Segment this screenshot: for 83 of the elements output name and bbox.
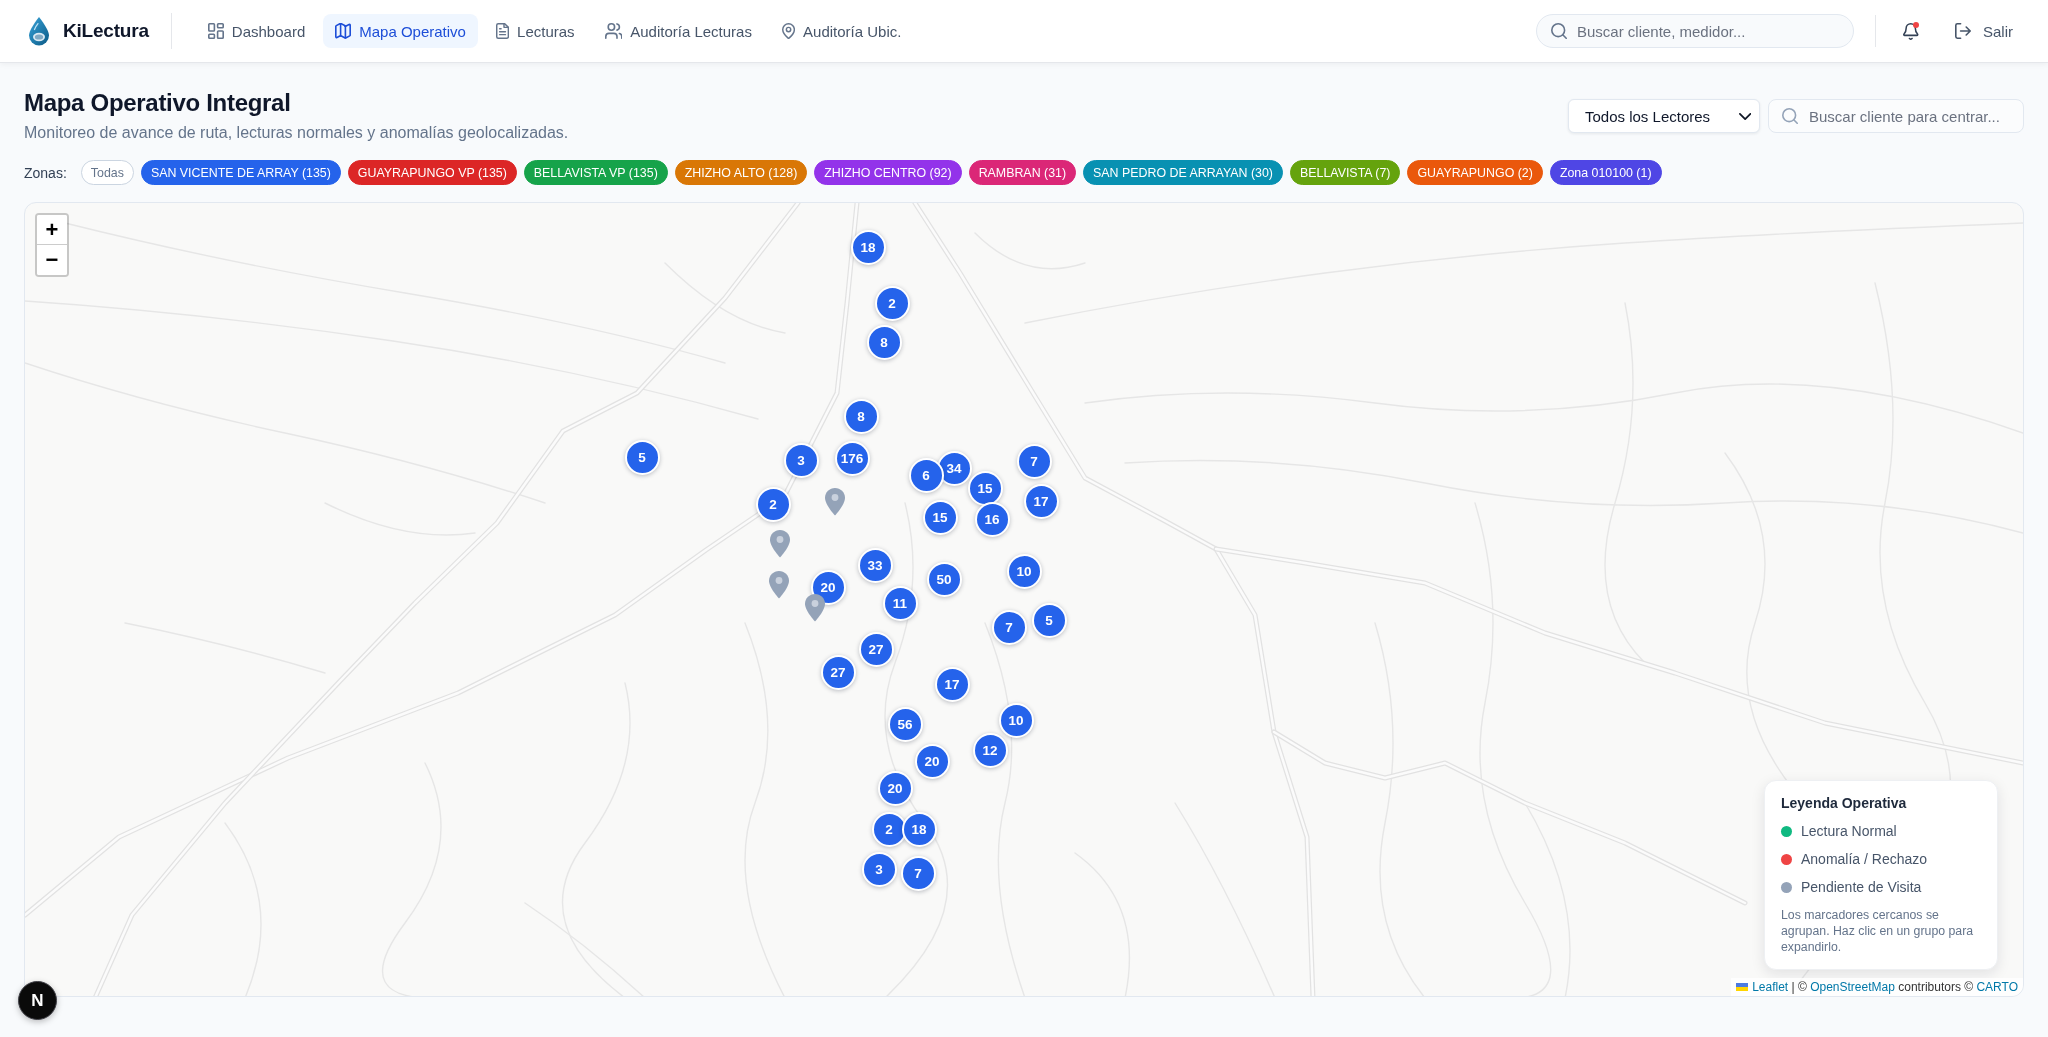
attribution-link[interactable]: OpenStreetMap [1810, 980, 1895, 994]
cluster-marker[interactable]: 27 [858, 631, 894, 667]
cluster-marker[interactable]: 7 [991, 609, 1027, 645]
nav-tab[interactable]: Mapa Operativo [323, 14, 478, 48]
cluster-marker[interactable]: 7 [900, 855, 936, 891]
cluster-marker[interactable]: 18 [901, 811, 937, 847]
dev-tools-button[interactable]: N [18, 981, 57, 1020]
attribution-link[interactable]: CARTO [1976, 980, 2018, 994]
zone-filter-chip[interactable]: ZHIZHO ALTO (128) [674, 160, 808, 185]
cluster-marker[interactable]: 2 [874, 285, 910, 321]
search-icon [1551, 23, 1567, 39]
page-title: Mapa Operativo Integral [24, 88, 292, 118]
cluster-marker[interactable]: 17 [1023, 483, 1059, 519]
brand-name: KiLectura [63, 20, 149, 42]
zone-filter-chip[interactable]: BELLAVISTA (7) [1290, 160, 1401, 185]
location-pin-icon [781, 23, 796, 39]
bell-icon [1903, 22, 1919, 40]
map-icon [335, 23, 352, 39]
legend-note: Los marcadores cercanos se agrupan. Haz clic en un grupo para expandirlo. [1781, 907, 1975, 955]
zone-filter-chip[interactable]: RAMBRAN (31) [968, 160, 1077, 185]
logout-icon [1955, 23, 1971, 39]
cluster-marker[interactable]: 2 [871, 811, 907, 847]
legend-label: Pendiente de Visita [1801, 879, 1922, 895]
search-icon [1782, 108, 1798, 124]
zoom-in-button[interactable]: + [37, 215, 67, 245]
cluster-marker[interactable]: 27 [820, 654, 856, 690]
cluster-marker[interactable]: 15 [922, 499, 958, 535]
water-drop-icon [28, 16, 50, 46]
cluster-marker[interactable]: 5 [1031, 602, 1067, 638]
cluster-marker[interactable]: 8 [866, 324, 902, 360]
zone-filter-chip[interactable]: SAN PEDRO DE ARRAYAN (30) [1083, 160, 1283, 185]
document-icon [495, 23, 510, 39]
cluster-marker[interactable]: 33 [857, 547, 893, 583]
flag-icon [1736, 983, 1749, 991]
users-icon [604, 23, 623, 39]
cluster-marker[interactable]: 11 [882, 585, 918, 621]
cluster-marker[interactable]: 6 [908, 457, 944, 493]
cluster-marker[interactable]: 17 [934, 666, 970, 702]
cluster-marker[interactable]: 15 [967, 470, 1003, 506]
cluster-marker[interactable]: 18 [850, 229, 886, 265]
zone-filter-chip[interactable]: SAN VICENTE DE ARRAY (135) [140, 160, 341, 185]
nav-tab[interactable]: Lecturas [483, 14, 587, 48]
cluster-marker[interactable]: 2 [755, 486, 791, 522]
zone-filter-chip[interactable]: GUAYRAPUNGO VP (135) [347, 160, 517, 185]
chevron-down-icon [1738, 112, 1751, 120]
cluster-marker[interactable]: 16 [974, 501, 1010, 537]
zone-filter-chip[interactable]: Todas [80, 160, 134, 185]
legend-title: Leyenda Operativa [1781, 795, 1908, 811]
map-attribution: Leaflet | © OpenStreetMap contributors © CARTO [1752, 979, 2018, 995]
grid-icon [207, 23, 224, 39]
cluster-marker[interactable]: 20 [877, 770, 913, 806]
cluster-marker[interactable]: 20 [914, 743, 950, 779]
zones-label: Zonas: [24, 164, 67, 181]
map-pin-icon[interactable] [769, 529, 791, 558]
nav-tab[interactable]: Auditoría Lecturas [592, 14, 764, 48]
legend-label: Anomalía / Rechazo [1801, 851, 1928, 867]
cluster-marker[interactable]: 50 [926, 561, 962, 597]
map-pin-icon[interactable] [768, 570, 790, 599]
zone-filter-chip[interactable]: ZHIZHO CENTRO (92) [814, 160, 962, 185]
reader-select[interactable]: Todos los Lectores [1568, 99, 1760, 133]
attribution-link[interactable]: Leaflet [1752, 980, 1789, 994]
cluster-marker[interactable]: 3 [861, 851, 897, 887]
cluster-marker[interactable]: 56 [887, 706, 923, 742]
zone-filter-chip[interactable]: Zona 010100 (1) [1549, 160, 1662, 185]
cluster-marker[interactable]: 12 [972, 732, 1008, 768]
cluster-marker[interactable]: 7 [1016, 443, 1052, 479]
nav-tab[interactable]: Auditoría Ubic. [769, 14, 914, 48]
search-field[interactable]: Buscar cliente, medidor... [1536, 14, 1854, 48]
legend-label: Lectura Normal [1801, 823, 1897, 839]
page-subtitle: Monitoreo de avance de ruta, lecturas normales y anomalías geolocalizadas. [24, 123, 569, 143]
cluster-marker[interactable]: 5 [624, 439, 660, 475]
map-search-field[interactable]: Buscar cliente para centrar... [1768, 99, 2024, 133]
nav-tab[interactable]: Dashboard [195, 14, 318, 48]
map-pin-icon[interactable] [824, 487, 846, 516]
map-pin-icon[interactable] [804, 593, 826, 622]
zone-filter-chip[interactable]: BELLAVISTA VP (135) [523, 160, 668, 185]
cluster-marker[interactable]: 176 [834, 440, 870, 476]
logout-button[interactable]: Salir [1943, 13, 2024, 49]
cluster-marker[interactable]: 3 [783, 442, 819, 478]
cluster-marker[interactable]: 10 [1006, 553, 1042, 589]
cluster-marker[interactable]: 10 [998, 702, 1034, 738]
cluster-marker[interactable]: 8 [843, 398, 879, 434]
zone-filter-chip[interactable]: GUAYRAPUNGO (2) [1407, 160, 1543, 185]
